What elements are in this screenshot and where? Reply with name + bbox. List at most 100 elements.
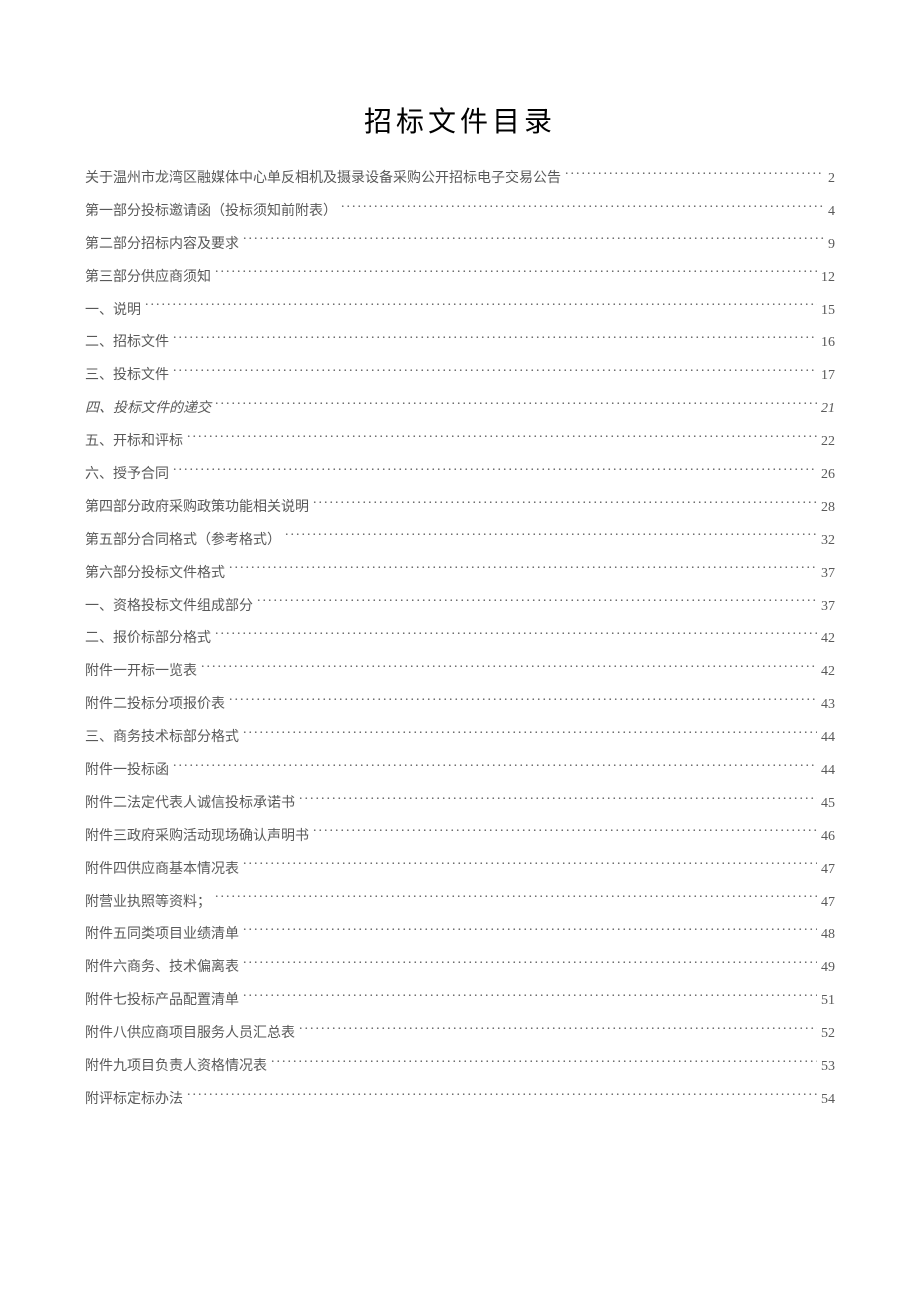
- toc-entry-page: 47: [821, 892, 835, 914]
- toc-leader-dots: [145, 300, 817, 314]
- toc-leader-dots: [243, 924, 817, 938]
- toc-leader-dots: [215, 892, 817, 906]
- toc-entry[interactable]: 附件五同类项目业绩清单 48: [85, 924, 835, 946]
- toc-entry-page: 49: [821, 957, 835, 979]
- toc-entry[interactable]: 附件一开标一览表 42: [85, 661, 835, 683]
- toc-entry[interactable]: 附营业执照等资料； 47: [85, 892, 835, 914]
- toc-entry-page: 44: [821, 727, 835, 749]
- toc-entry[interactable]: 附评标定标办法 54: [85, 1089, 835, 1111]
- toc-leader-dots: [187, 431, 817, 445]
- toc-entry[interactable]: 第五部分合同格式（参考格式）32: [85, 530, 835, 552]
- toc-entry-label: 三、商务技术标部分格式: [85, 727, 239, 749]
- toc-entry[interactable]: 关于温州市龙湾区融媒体中心单反相机及摄录设备采购公开招标电子交易公告2: [85, 168, 835, 190]
- toc-entry[interactable]: 一、说明15: [85, 300, 835, 322]
- toc-entry-label: 二、招标文件: [85, 332, 169, 354]
- toc-entry-label: 附件八供应商项目服务人员汇总表: [85, 1023, 295, 1045]
- toc-entry[interactable]: 四、投标文件的递交 21: [85, 398, 835, 420]
- toc-entry-page: 37: [821, 563, 835, 585]
- toc-entry-page: 54: [821, 1089, 835, 1111]
- toc-entry[interactable]: 第二部分招标内容及要求 9: [85, 234, 835, 256]
- toc-leader-dots: [243, 957, 817, 971]
- toc-entry-label: 附件一开标一览表: [85, 661, 197, 683]
- toc-leader-dots: [313, 497, 817, 511]
- toc-entry-label: 附件六商务、技术偏离表: [85, 957, 239, 979]
- toc-entry-page: 2: [828, 168, 835, 190]
- toc-entry-label: 二、报价标部分格式: [85, 628, 211, 650]
- toc-entry-page: 21: [821, 398, 835, 420]
- toc-entry-label: 附件三政府采购活动现场确认声明书: [85, 826, 309, 848]
- toc-entry-page: 22: [821, 431, 835, 453]
- toc-entry-label: 附件九项目负责人资格情况表: [85, 1056, 267, 1078]
- toc-entry-page: 15: [821, 300, 835, 322]
- toc-leader-dots: [187, 1089, 817, 1103]
- table-of-contents: 关于温州市龙湾区融媒体中心单反相机及摄录设备采购公开招标电子交易公告2 第一部分投…: [85, 168, 835, 1111]
- toc-leader-dots: [215, 398, 817, 412]
- toc-entry[interactable]: 附件三政府采购活动现场确认声明书46: [85, 826, 835, 848]
- toc-entry-page: 48: [821, 924, 835, 946]
- toc-entry-page: 32: [821, 530, 835, 552]
- toc-entry[interactable]: 一、资格投标文件组成部分 37: [85, 596, 835, 618]
- toc-entry[interactable]: 附件六商务、技术偏离表 49: [85, 957, 835, 979]
- toc-entry-label: 三、投标文件: [85, 365, 169, 387]
- toc-entry-label: 第二部分招标内容及要求: [85, 234, 239, 256]
- toc-entry-label: 附件五同类项目业绩清单: [85, 924, 239, 946]
- toc-entry-label: 附件二投标分项报价表: [85, 694, 225, 716]
- toc-entry-label: 附件一投标函: [85, 760, 169, 782]
- toc-leader-dots: [173, 464, 817, 478]
- toc-entry-page: 17: [821, 365, 835, 387]
- toc-entry-page: 51: [821, 990, 835, 1012]
- toc-entry[interactable]: 二、报价标部分格式 42: [85, 628, 835, 650]
- toc-leader-dots: [257, 596, 817, 610]
- toc-entry[interactable]: 五、开标和评标22: [85, 431, 835, 453]
- toc-entry-label: 附件二法定代表人诚信投标承诺书: [85, 793, 295, 815]
- toc-leader-dots: [229, 694, 817, 708]
- toc-entry-label: 第一部分投标邀请函（投标须知前附表）: [85, 201, 337, 223]
- toc-entry-page: 16: [821, 332, 835, 354]
- toc-entry-page: 47: [821, 859, 835, 881]
- toc-entry[interactable]: 三、投标文件 17: [85, 365, 835, 387]
- toc-entry[interactable]: 第四部分政府采购政策功能相关说明28: [85, 497, 835, 519]
- toc-leader-dots: [173, 332, 817, 346]
- toc-leader-dots: [565, 168, 824, 182]
- toc-entry[interactable]: 附件四供应商基本情况表 47: [85, 859, 835, 881]
- toc-entry[interactable]: 附件一投标函 44: [85, 760, 835, 782]
- toc-entry-page: 45: [821, 793, 835, 815]
- toc-entry[interactable]: 附件七投标产品配置清单51: [85, 990, 835, 1012]
- toc-entry-label: 一、资格投标文件组成部分: [85, 596, 253, 618]
- toc-entry[interactable]: 第六部分投标文件格式37: [85, 563, 835, 585]
- toc-leader-dots: [243, 727, 817, 741]
- toc-leader-dots: [229, 563, 817, 577]
- toc-leader-dots: [285, 530, 817, 544]
- toc-leader-dots: [173, 365, 817, 379]
- toc-entry-page: 44: [821, 760, 835, 782]
- toc-entry-label: 附评标定标办法: [85, 1089, 183, 1111]
- toc-entry-page: 37: [821, 596, 835, 618]
- toc-entry[interactable]: 附件八供应商项目服务人员汇总表 52: [85, 1023, 835, 1045]
- toc-entry-page: 52: [821, 1023, 835, 1045]
- toc-entry-page: 42: [821, 661, 835, 683]
- toc-leader-dots: [299, 793, 817, 807]
- toc-leader-dots: [243, 990, 817, 1004]
- toc-entry[interactable]: 六、授予合同26: [85, 464, 835, 486]
- toc-entry-label: 第三部分供应商须知: [85, 267, 211, 289]
- toc-entry[interactable]: 第三部分供应商须知 12: [85, 267, 835, 289]
- toc-entry[interactable]: 附件二法定代表人诚信投标承诺书 45: [85, 793, 835, 815]
- toc-leader-dots: [299, 1023, 817, 1037]
- toc-entry-page: 12: [821, 267, 835, 289]
- toc-leader-dots: [215, 628, 817, 642]
- toc-entry-label: 附营业执照等资料；: [85, 892, 211, 914]
- toc-entry-label: 附件四供应商基本情况表: [85, 859, 239, 881]
- toc-leader-dots: [243, 234, 824, 248]
- toc-leader-dots: [313, 826, 817, 840]
- toc-entry-page: 9: [828, 234, 835, 256]
- toc-entry-label: 四、投标文件的递交: [85, 398, 211, 420]
- page-title: 招标文件目录: [85, 100, 835, 140]
- toc-entry[interactable]: 第一部分投标邀请函（投标须知前附表）4: [85, 201, 835, 223]
- toc-entry[interactable]: 三、商务技术标部分格式 44: [85, 727, 835, 749]
- toc-entry[interactable]: 附件九项目负责人资格情况表53: [85, 1056, 835, 1078]
- toc-entry[interactable]: 附件二投标分项报价表43: [85, 694, 835, 716]
- toc-leader-dots: [215, 267, 817, 281]
- toc-entry[interactable]: 二、招标文件 16: [85, 332, 835, 354]
- toc-leader-dots: [201, 661, 817, 675]
- toc-entry-page: 42: [821, 628, 835, 650]
